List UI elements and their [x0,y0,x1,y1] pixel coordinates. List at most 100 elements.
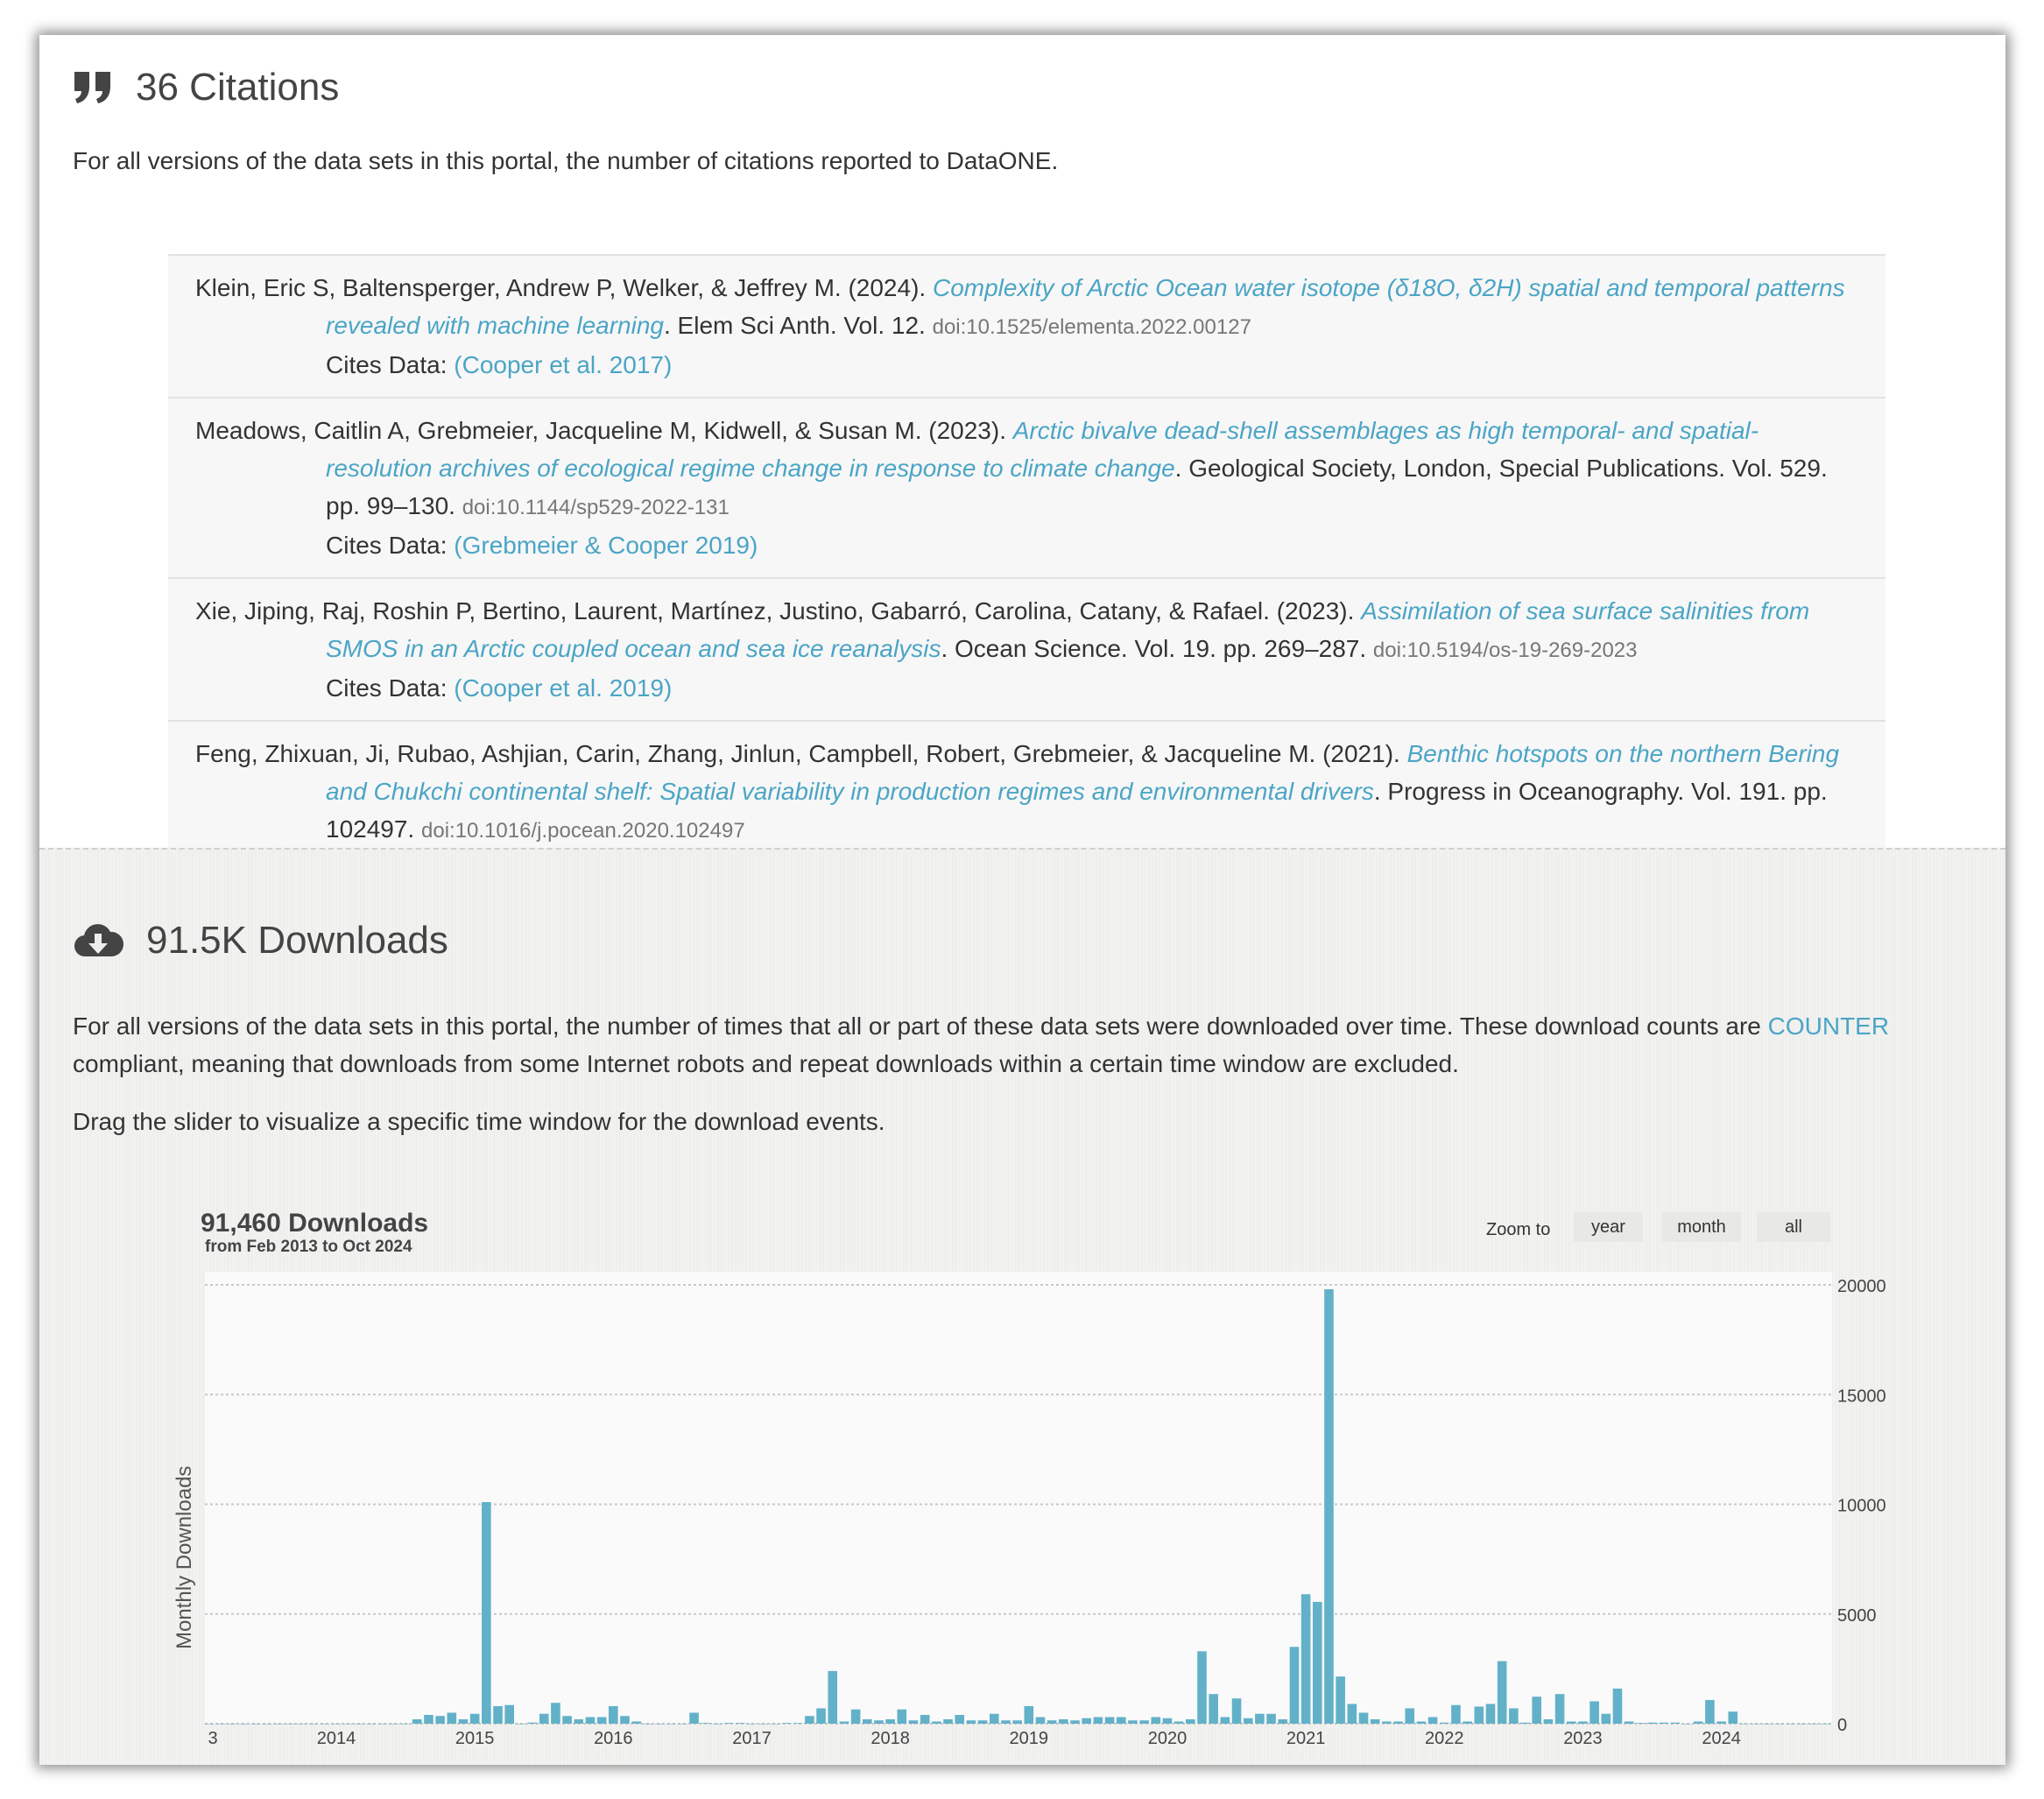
bar [874,1720,884,1724]
bar [1786,1724,1795,1725]
bar [805,1716,814,1724]
bar [1797,1724,1808,1725]
bar [204,1724,215,1725]
bar [620,1716,630,1724]
bar [1070,1720,1080,1724]
bar [943,1718,953,1724]
bar [1162,1718,1173,1724]
bar [1186,1718,1195,1724]
bar [1705,1699,1715,1724]
x-tick-label: 2021 [1286,1729,1326,1748]
bar [1601,1713,1611,1724]
bar [377,1724,388,1725]
bar [747,1724,757,1725]
bar [1116,1717,1126,1724]
x-tick-label: 2016 [594,1729,633,1748]
bar [585,1717,596,1724]
bar [504,1704,514,1724]
bar [1543,1718,1554,1724]
bar [1128,1720,1138,1724]
bar [1139,1720,1149,1724]
bar [1739,1724,1750,1725]
x-tick-label: 2022 [1425,1729,1464,1748]
bar [977,1720,988,1724]
bar [516,1724,526,1725]
bar [701,1723,711,1724]
bar [262,1724,272,1725]
bar [1382,1721,1392,1724]
bar [850,1709,861,1724]
bar [482,1501,491,1724]
bar [308,1724,318,1725]
x-tick-label: 2014 [317,1729,356,1748]
bar [1324,1289,1334,1724]
bar [297,1724,307,1725]
bar [631,1721,641,1724]
bar [1059,1718,1068,1724]
bar [1612,1688,1623,1724]
bar [562,1716,572,1724]
bar [897,1709,907,1724]
bar [1313,1601,1322,1724]
bar [342,1724,353,1725]
bar [666,1724,676,1725]
bar [551,1703,560,1724]
bar [1405,1708,1415,1724]
bar [1336,1676,1345,1724]
bar [723,1723,734,1724]
bar [447,1712,457,1724]
x-tick-label: 2024 [1702,1729,1741,1748]
bar [424,1714,433,1724]
bar [331,1724,342,1725]
bar [1566,1721,1576,1724]
bar [539,1713,549,1724]
bar [1820,1724,1830,1725]
bar [989,1713,999,1724]
bar [908,1720,919,1724]
bar [1774,1724,1784,1725]
bar [366,1724,376,1725]
bar [1427,1717,1438,1724]
bar [1751,1724,1761,1725]
bar [1520,1722,1530,1724]
plot-area [205,1272,1832,1724]
y-tick-label: 15000 [1837,1386,1886,1406]
bar [609,1705,618,1724]
bar [1082,1718,1091,1724]
bar [596,1717,607,1724]
bar [1300,1594,1311,1724]
bar [1463,1721,1472,1724]
bar [1104,1717,1115,1724]
bar [932,1721,941,1724]
bar [736,1723,745,1724]
bar [793,1723,803,1724]
bar [1763,1724,1773,1725]
bar [955,1714,965,1724]
bar [1554,1694,1565,1724]
bar [689,1712,699,1724]
bar [966,1720,976,1724]
bar [1151,1717,1161,1724]
x-tick-label: 2020 [1148,1729,1188,1748]
bar [1278,1718,1288,1724]
downloads-chart[interactable]: 0 5000 10000 15000 20000 3 2014 2015 2016 2017 201… [0,0,2044,1799]
y-tick-label: 20000 [1837,1277,1886,1296]
x-tick-label: 2017 [732,1729,772,1748]
bar [1589,1701,1599,1724]
bar [1474,1706,1484,1724]
bar [239,1724,249,1725]
x-tick-label: 2018 [870,1729,910,1748]
bar [1358,1712,1369,1724]
bar [1231,1698,1242,1724]
bar [285,1724,295,1725]
bar [1636,1723,1646,1724]
bar [643,1724,653,1725]
bar [1808,1724,1819,1725]
bar [320,1724,330,1725]
bar [1681,1724,1692,1725]
bar [389,1724,399,1725]
bar [1451,1704,1461,1724]
bar [412,1718,422,1724]
x-tick-label: 3 [208,1729,217,1748]
bar [678,1724,687,1725]
